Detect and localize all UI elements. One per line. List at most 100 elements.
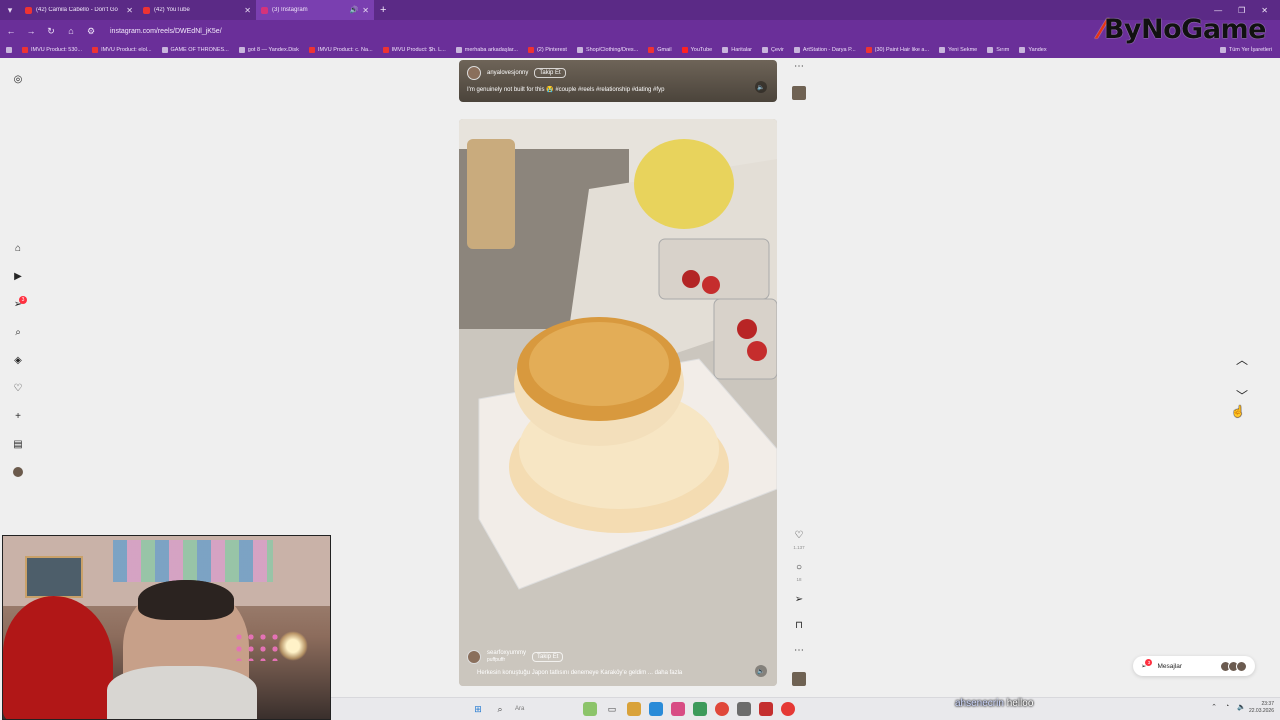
next-reel-chevron-down-icon[interactable]: ﹀ <box>1234 388 1250 404</box>
bookmark-item[interactable]: Yandex <box>1019 47 1047 53</box>
chrome-icon[interactable] <box>715 702 729 716</box>
taskbar-search-icon[interactable]: ⌕ <box>493 702 507 716</box>
bookmark-item[interactable]: IMVU Product: $h. L... <box>382 47 446 53</box>
bookmark-item[interactable]: IMVU Product: c. Na... <box>308 47 373 53</box>
avatar <box>13 467 23 477</box>
browser-tab[interactable]: (42) YouTube ✕ <box>138 0 256 20</box>
reel-video[interactable]: searfoxyummy puffpuffr Takip Et Herkesin… <box>459 119 777 686</box>
close-icon[interactable]: ✕ <box>244 6 251 15</box>
bookmark-item[interactable]: Sırım <box>987 47 1009 53</box>
bookmark-item[interactable]: Shop/Clothing/Dres... <box>576 47 638 53</box>
instagram-icon <box>261 6 268 14</box>
bookmark-item[interactable]: IMVU Product: 530... <box>22 47 82 53</box>
reel-caption: I'm genuinely not built for this 😭 #coup… <box>467 87 665 93</box>
instagram-logo-icon[interactable]: ◎ <box>12 73 24 85</box>
profile-nav-icon[interactable] <box>12 466 24 478</box>
home-nav-icon[interactable]: ⌂ <box>12 242 24 254</box>
reels-nav-icon[interactable]: ▶ <box>12 270 24 282</box>
audio-icon[interactable]: 🔈 <box>755 665 767 677</box>
previous-reel-chevron-up-icon[interactable]: ︿ <box>1234 352 1250 368</box>
bookmark-item[interactable]: Çevir <box>762 47 784 53</box>
like-heart-icon[interactable]: ♡ <box>793 531 805 541</box>
reel-frame-image <box>459 119 777 686</box>
forward-arrow-icon[interactable]: → <box>26 26 36 36</box>
bookmark-item[interactable]: (30) Paint Hair like a... <box>865 47 929 53</box>
more-options-icon[interactable]: ⋯ <box>793 62 805 72</box>
comment-icon[interactable]: ○ <box>793 563 805 573</box>
bookmark-item[interactable]: ArtStation - Darya P... <box>793 47 856 53</box>
store-icon[interactable] <box>649 702 663 716</box>
all-bookmarks[interactable]: Tüm Yer İşaretleri <box>1219 47 1280 53</box>
reel-caption[interactable]: Herkesin konuştuğu Japon tatlısını denem… <box>477 670 682 676</box>
reel-username[interactable]: searfoxyummy <box>487 650 526 657</box>
close-icon[interactable]: ✕ <box>126 6 133 15</box>
app-icon[interactable] <box>671 702 685 716</box>
dashboard-nav-icon[interactable]: ▤ <box>12 438 24 450</box>
audio-thumbnail[interactable] <box>792 672 806 686</box>
app-icon[interactable] <box>693 702 707 716</box>
tab-title: (3) Instagram <box>272 7 308 13</box>
tab-title: (42) Camila Cabello - Don't Go <box>36 7 118 13</box>
avatar[interactable] <box>467 650 481 664</box>
reel-video-previous[interactable]: anyalovesjonny Takip Et I'm genuinely no… <box>459 60 777 102</box>
tab-search-icon[interactable]: ▾ <box>0 0 20 20</box>
app-icon[interactable] <box>737 702 751 716</box>
audio-thumbnail[interactable] <box>792 86 806 100</box>
chevron-up-icon[interactable]: ⌃ <box>1211 703 1217 711</box>
bookmark-item[interactable]: Gmail <box>648 47 672 53</box>
bookmark-item[interactable]: YouTube <box>681 47 712 53</box>
browser-tab-active[interactable]: (3) Instagram 🔊 ✕ <box>256 0 374 20</box>
bookmark-item[interactable]: IMVU Product: elol... <box>92 47 152 53</box>
url-field[interactable]: instagram.com/reels/DWEdNl_jK5e/ <box>110 28 222 35</box>
plush-shelf <box>113 540 273 582</box>
close-icon[interactable]: ✕ <box>362 6 369 15</box>
comment-count: 18 <box>796 577 802 582</box>
taskbar-search-field[interactable]: Ara <box>515 702 575 716</box>
avatar[interactable] <box>467 66 481 80</box>
bookmark-item[interactable]: merhaba arkadaşlar... <box>455 47 518 53</box>
heart-nav-icon[interactable]: ♡ <box>12 382 24 394</box>
search-nav-icon[interactable]: ⌕ <box>12 326 24 338</box>
task-view-icon[interactable]: ▭ <box>605 702 619 716</box>
audio-icon[interactable]: 🔈 <box>755 81 767 93</box>
site-info-icon[interactable]: ⚙ <box>86 26 96 37</box>
reel-audio-name[interactable]: puffpuffr <box>487 657 526 664</box>
address-bar-row: ← → ↻ ⌂ ⚙ instagram.com/reels/DWEdNl_jK5… <box>0 20 1280 42</box>
reel-author-meta: searfoxyummy puffpuffr <box>487 650 526 664</box>
messages-button[interactable]: ➢ 3 Mesajlar <box>1133 656 1255 676</box>
apps-icon[interactable] <box>6 47 12 53</box>
taskbar-clock[interactable]: 23:37 22.03.2026 <box>1249 701 1274 715</box>
reload-icon[interactable]: ↻ <box>46 26 56 37</box>
bookmark-save-icon[interactable]: ⊓ <box>793 621 805 631</box>
mouse-cursor-icon: ☝ <box>1231 406 1245 418</box>
bookmark-item[interactable]: Yeni Sekme <box>939 47 977 53</box>
follow-button[interactable]: Takip Et <box>532 652 564 662</box>
home-icon[interactable]: ⌂ <box>66 26 76 36</box>
more-options-icon[interactable]: ⋯ <box>793 646 805 656</box>
share-icon[interactable]: ➢ <box>793 595 805 605</box>
widgets-icon[interactable] <box>583 702 597 716</box>
app-icon[interactable] <box>759 702 773 716</box>
file-explorer-icon[interactable] <box>627 702 641 716</box>
wall-painting <box>25 556 83 598</box>
back-arrow-icon[interactable]: ← <box>6 26 16 36</box>
bookmarks-bar: IMVU Product: 530... IMVU Product: elol.… <box>0 42 1280 58</box>
volume-icon[interactable]: 🔈 <box>1237 703 1246 711</box>
browser-tab[interactable]: (42) Camila Cabello - Don't Go ✕ <box>20 0 138 20</box>
bookmark-item[interactable]: got 8 — Yandex.Disk <box>238 47 299 53</box>
bookmark-item[interactable]: (2) Pinterest <box>527 47 567 53</box>
notification-badge: 3 <box>19 296 27 304</box>
create-nav-icon[interactable]: + <box>12 410 24 422</box>
stream-chat-message: ahsenecrin helloo <box>955 698 1033 709</box>
system-tray: ⌃ ◔ 🔈 <box>1211 703 1246 711</box>
reel-username[interactable]: anyalovesjonny <box>487 70 528 76</box>
bookmark-item[interactable]: Haritalar <box>722 47 752 53</box>
speaker-icon[interactable]: 🔊 <box>350 6 359 14</box>
network-icon[interactable]: ◔ <box>1225 703 1229 711</box>
explore-nav-icon[interactable]: ◈ <box>12 354 24 366</box>
record-icon[interactable] <box>781 702 795 716</box>
windows-start-icon[interactable]: ⊞ <box>471 702 485 716</box>
new-tab-button[interactable]: + <box>374 4 392 16</box>
bookmark-item[interactable]: GAME OF THRONES... <box>161 47 229 53</box>
follow-button[interactable]: Takip Et <box>534 68 566 78</box>
